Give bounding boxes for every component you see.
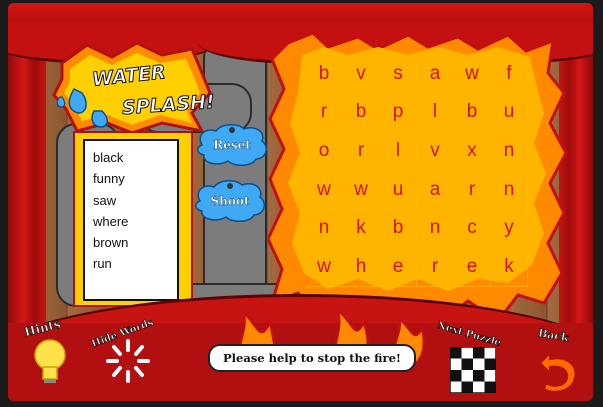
game-logo: WATER SPLASH! xyxy=(52,41,216,135)
word-list-item: brown xyxy=(93,235,129,251)
grid-letter-cell[interactable]: w xyxy=(306,171,343,210)
grid-letter-cell[interactable]: n xyxy=(491,132,528,171)
grid-letter-cell[interactable]: l xyxy=(417,93,454,133)
grid-letter-cell[interactable]: e xyxy=(380,248,417,287)
grid-letter-cell[interactable]: v xyxy=(343,55,380,94)
grid-letter-cell[interactable]: v xyxy=(417,132,454,171)
hints-button[interactable] xyxy=(30,337,70,387)
grid-letter-cell[interactable]: n xyxy=(306,209,343,249)
back-button[interactable] xyxy=(536,343,580,393)
grid-letter-cell[interactable]: k xyxy=(491,248,528,287)
grid-letter-cell[interactable]: w xyxy=(343,171,380,210)
grid-letter-cell[interactable]: r xyxy=(417,248,454,287)
grid-letter-cell[interactable]: y xyxy=(491,209,528,249)
grid-letter-cell[interactable]: b xyxy=(343,93,380,133)
word-list: black funny saw where brown run xyxy=(83,139,179,301)
letter-grid: bvsawfrbplbuorlvxnwwuarnnkbncywherek xyxy=(306,55,528,287)
grid-letter-cell[interactable]: e xyxy=(454,248,491,287)
grid-letter-cell[interactable]: a xyxy=(417,171,454,210)
grid-letter-cell[interactable]: f xyxy=(491,55,528,94)
word-list-item: funny xyxy=(93,171,125,187)
grid-letter-cell[interactable]: k xyxy=(343,209,380,249)
status-message: Please help to stop the fire! xyxy=(208,344,416,372)
grid-letter-cell[interactable]: c xyxy=(454,209,491,249)
fire-letter-board: bvsawfrbplbuorlvxnwwuarnnkbncywherek xyxy=(268,33,568,323)
grid-letter-cell[interactable]: b xyxy=(454,93,491,133)
grid-letter-cell[interactable]: b xyxy=(306,55,343,94)
shoot-button[interactable]: Shoot xyxy=(192,179,268,223)
game-frame: WATER SPLASH! black funny saw where brow… xyxy=(8,3,593,401)
reset-button-label: Reset xyxy=(213,138,251,152)
grid-letter-cell[interactable]: u xyxy=(380,171,417,210)
word-list-item: black xyxy=(93,150,124,165)
shoot-button-label: Shoot xyxy=(210,194,250,208)
checkered-flag-icon xyxy=(449,346,497,394)
grid-letter-cell[interactable]: u xyxy=(491,93,528,133)
next-puzzle-button[interactable] xyxy=(449,346,497,394)
grid-letter-cell[interactable]: n xyxy=(417,209,454,249)
grid-letter-cell[interactable]: r xyxy=(306,93,343,133)
grid-letter-cell[interactable]: r xyxy=(343,132,380,171)
grid-letter-cell[interactable]: r xyxy=(454,171,491,210)
word-list-item: where xyxy=(93,213,129,229)
grid-letter-cell[interactable]: b xyxy=(380,209,417,249)
grid-letter-cell[interactable]: n xyxy=(491,171,528,210)
grid-letter-cell[interactable]: x xyxy=(454,132,491,171)
reset-button[interactable]: Reset xyxy=(194,123,270,167)
hide-words-icon xyxy=(106,339,150,383)
grid-letter-cell[interactable]: l xyxy=(380,132,417,171)
word-list-item: saw xyxy=(93,192,117,208)
hide-words-button[interactable] xyxy=(104,337,152,385)
grid-letter-cell[interactable]: w xyxy=(306,248,343,287)
grid-letter-cell[interactable]: w xyxy=(454,55,491,94)
word-list-item: run xyxy=(93,256,112,272)
back-arrow-icon xyxy=(538,350,577,393)
grid-letter-cell[interactable]: o xyxy=(306,132,343,171)
grid-letter-cell[interactable]: p xyxy=(380,93,417,133)
grid-letter-cell[interactable]: a xyxy=(417,55,454,94)
word-list-panel: black funny saw where brown run xyxy=(73,131,193,307)
grid-letter-cell[interactable]: h xyxy=(343,248,380,287)
lightbulb-icon xyxy=(34,339,66,383)
grid-letter-cell[interactable]: s xyxy=(380,55,417,94)
